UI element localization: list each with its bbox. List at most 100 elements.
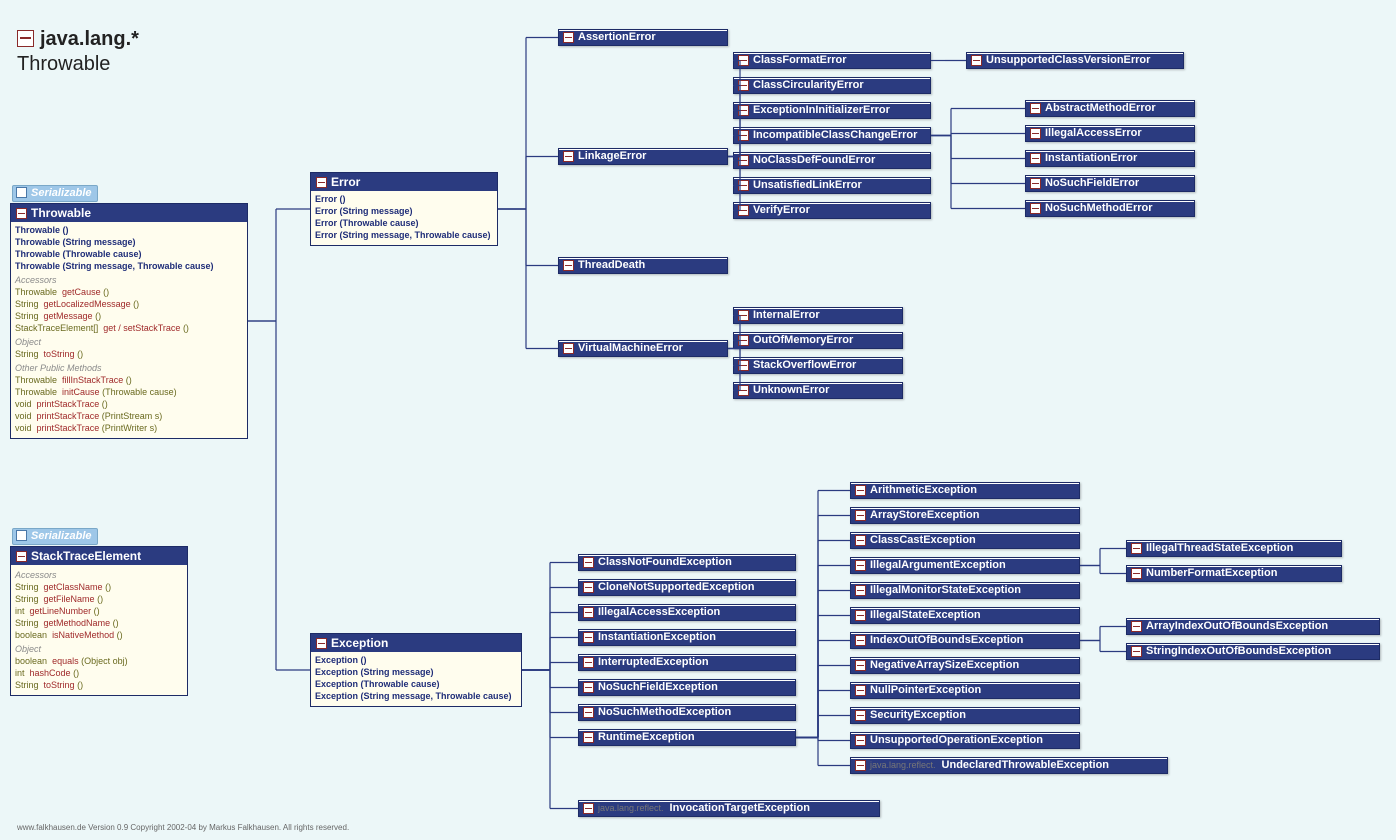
class-icon xyxy=(738,310,749,321)
class-title: Exception xyxy=(311,634,521,652)
class-icon xyxy=(563,32,574,43)
class-card-throwable: Throwable Throwable () Throwable (String… xyxy=(10,203,248,439)
class-icon xyxy=(855,735,866,746)
class-icon xyxy=(316,638,327,649)
class-icon xyxy=(738,360,749,371)
class-icon xyxy=(738,385,749,396)
member-row: String getClassName () xyxy=(15,581,183,593)
class-body: Exception () Exception (String message) … xyxy=(311,652,521,706)
footer-text: www.falkhausen.de Version 0.9 Copyright … xyxy=(17,823,349,832)
class-node: java.lang.reflect.UndeclaredThrowableExc… xyxy=(850,757,1168,774)
class-icon xyxy=(855,585,866,596)
class-node: NegativeArraySizeException xyxy=(850,657,1080,674)
class-node: VerifyError xyxy=(733,202,931,219)
class-icon xyxy=(855,485,866,496)
class-node: OutOfMemoryError xyxy=(733,332,903,349)
class-icon xyxy=(738,80,749,91)
class-node: NoClassDefFoundError xyxy=(733,152,931,169)
member-row: boolean equals (Object obj) xyxy=(15,655,183,667)
class-icon xyxy=(583,657,594,668)
title-class: Throwable xyxy=(17,53,139,76)
class-node: ExceptionInInitializerError xyxy=(733,102,931,119)
class-node: AbstractMethodError xyxy=(1025,100,1195,117)
class-card-stacktraceelement: StackTraceElement Accessors String getCl… xyxy=(10,546,188,696)
class-icon xyxy=(583,803,594,814)
class-node: InstantiationError xyxy=(1025,150,1195,167)
class-node: VirtualMachineError xyxy=(558,340,728,357)
class-icon xyxy=(583,607,594,618)
title-package: java.lang.* xyxy=(40,28,139,50)
class-node: NoSuchMethodError xyxy=(1025,200,1195,217)
class-title: Throwable xyxy=(11,204,247,222)
class-icon xyxy=(738,105,749,116)
class-icon xyxy=(855,510,866,521)
member-row: String getLocalizedMessage () xyxy=(15,298,243,310)
class-icon xyxy=(738,130,749,141)
class-icon xyxy=(855,685,866,696)
class-icon xyxy=(855,760,866,771)
class-node: AssertionError xyxy=(558,29,728,46)
class-node: ArrayStoreException xyxy=(850,507,1080,524)
class-icon xyxy=(1030,103,1041,114)
class-node: UnknownError xyxy=(733,382,903,399)
class-icon xyxy=(855,660,866,671)
class-node: NoSuchFieldException xyxy=(578,679,796,696)
class-icon xyxy=(855,560,866,571)
class-icon xyxy=(1030,153,1041,164)
class-icon xyxy=(1131,621,1142,632)
class-node: ArithmeticException xyxy=(850,482,1080,499)
member-row: String toString () xyxy=(15,679,183,691)
class-icon xyxy=(738,155,749,166)
class-body: Error () Error (String message) Error (T… xyxy=(311,191,497,245)
class-node: UnsupportedClassVersionError xyxy=(966,52,1184,69)
member-row: String toString () xyxy=(15,348,243,360)
class-title: StackTraceElement xyxy=(11,547,187,565)
class-node: CloneNotSupportedException xyxy=(578,579,796,596)
class-node: NoSuchMethodException xyxy=(578,704,796,721)
class-icon xyxy=(738,335,749,346)
class-icon xyxy=(971,55,982,66)
class-body: Throwable () Throwable (String message) … xyxy=(11,222,247,438)
member-row: Throwable fillInStackTrace () xyxy=(15,374,243,386)
class-node: ClassCircularityError xyxy=(733,77,931,94)
class-node: StackOverflowError xyxy=(733,357,903,374)
class-node: InternalError xyxy=(733,307,903,324)
member-row: int getLineNumber () xyxy=(15,605,183,617)
class-icon xyxy=(316,177,327,188)
class-icon xyxy=(583,582,594,593)
class-node: ClassNotFoundException xyxy=(578,554,796,571)
member-row: void printStackTrace (PrintStream s) xyxy=(15,410,243,422)
class-icon xyxy=(855,710,866,721)
class-icon xyxy=(855,610,866,621)
class-card-error: Error Error () Error (String message) Er… xyxy=(310,172,498,246)
serializable-tag-throwable: Serializable xyxy=(12,185,98,202)
class-node: ClassFormatError xyxy=(733,52,931,69)
member-row: int hashCode () xyxy=(15,667,183,679)
class-title: Error xyxy=(311,173,497,191)
class-icon xyxy=(738,55,749,66)
class-icon xyxy=(738,180,749,191)
class-node: RuntimeException xyxy=(578,729,796,746)
member-row: String getMessage () xyxy=(15,310,243,322)
class-icon xyxy=(738,205,749,216)
class-node: SecurityException xyxy=(850,707,1080,724)
package-icon xyxy=(17,30,34,47)
class-icon xyxy=(16,208,27,219)
class-node: IllegalMonitorStateException xyxy=(850,582,1080,599)
class-icon xyxy=(855,635,866,646)
class-node: NullPointerException xyxy=(850,682,1080,699)
class-icon xyxy=(583,732,594,743)
member-row: boolean isNativeMethod () xyxy=(15,629,183,641)
class-node: NoSuchFieldError xyxy=(1025,175,1195,192)
class-node: UnsatisfiedLinkError xyxy=(733,177,931,194)
class-node: InstantiationException xyxy=(578,629,796,646)
class-icon xyxy=(583,682,594,693)
class-body: Accessors String getClassName ()String g… xyxy=(11,565,187,695)
member-row: Throwable getCause () xyxy=(15,286,243,298)
class-node: IllegalAccessError xyxy=(1025,125,1195,142)
class-node: IllegalStateException xyxy=(850,607,1080,624)
class-icon xyxy=(583,707,594,718)
class-icon xyxy=(1131,646,1142,657)
class-node: NumberFormatException xyxy=(1126,565,1342,582)
class-node: UnsupportedOperationException xyxy=(850,732,1080,749)
